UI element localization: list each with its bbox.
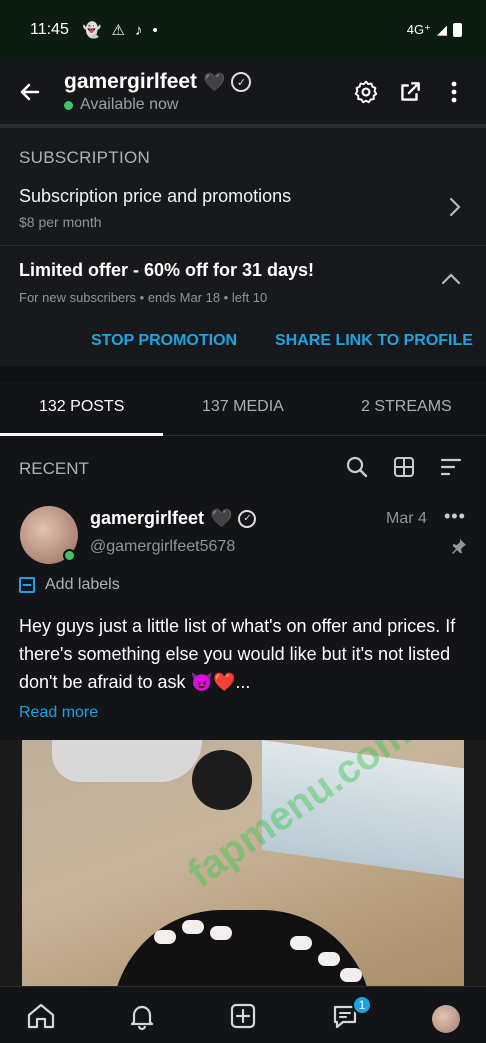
tab-streams[interactable]: 2 STREAMS [361, 398, 452, 416]
nav-create[interactable] [226, 1001, 260, 1031]
heart-icon: 🖤 [210, 508, 233, 528]
availability-status: Available now [80, 96, 179, 113]
share-button[interactable] [388, 70, 432, 114]
post-avatar[interactable] [20, 506, 78, 564]
promotion-row[interactable]: Limited offer - 60% off for 31 days! For… [0, 246, 486, 312]
status-time: 11:45 [30, 21, 69, 38]
online-indicator [63, 549, 76, 562]
nav-profile-avatar[interactable] [432, 1005, 460, 1033]
verified-icon: ✓ [238, 509, 257, 528]
subscription-section: SUBSCRIPTION Subscription price and prom… [0, 128, 486, 366]
back-button[interactable] [0, 60, 60, 124]
signal-icon: ◢ [437, 22, 447, 37]
subscription-price-title: Subscription price and promotions [19, 186, 292, 206]
profile-tabs: 132 POSTS 137 MEDIA 2 STREAMS [0, 384, 486, 436]
network-indicator: 4G⁺ [406, 22, 431, 37]
promotion-title: Limited offer - 60% off for 31 days! [19, 260, 315, 280]
share-icon [401, 82, 420, 101]
post-media[interactable]: fapmenu.com [0, 740, 486, 986]
warning-icon: ⚠ [111, 22, 125, 39]
post-more-button[interactable]: ••• [444, 506, 466, 527]
add-post-icon [230, 1003, 256, 1029]
snapchat-icon: 👻 [82, 22, 102, 39]
messages-badge: 1 [352, 995, 372, 1015]
post-author[interactable]: gamergirlfeet [90, 508, 204, 529]
nav-home[interactable] [24, 1001, 58, 1031]
gear-icon [354, 80, 378, 104]
battery-icon [453, 23, 462, 37]
bell-icon [130, 1005, 154, 1030]
bottom-nav: 1 [0, 986, 486, 1043]
active-tab-indicator [0, 433, 163, 436]
chevron-up-icon [440, 266, 462, 292]
kebab-menu-icon [451, 81, 457, 103]
post-date: Mar 4 [386, 510, 427, 527]
tab-media[interactable]: 137 MEDIA [202, 398, 284, 416]
home-icon [27, 1003, 55, 1029]
verified-icon: ✓ [231, 72, 252, 92]
sort-button[interactable] [438, 454, 464, 480]
profile-name: gamergirlfeet [64, 70, 198, 93]
section-gap [0, 366, 486, 382]
promotion-details: For new subscribers • ends Mar 18 • left… [19, 290, 268, 305]
pin-icon [451, 538, 467, 559]
profile-header: gamergirlfeet 🖤 ✓ Available now [0, 60, 486, 124]
post-text: Hey guys just a little list of what's on… [19, 616, 456, 692]
heart-icon: 🖤 [203, 71, 226, 92]
share-link-button[interactable]: SHARE LINK TO PROFILE [275, 332, 473, 350]
more-options-button[interactable] [432, 70, 476, 114]
stop-promotion-button[interactable]: STOP PROMOTION [91, 332, 237, 350]
settings-button[interactable] [344, 70, 388, 114]
subscription-section-title: SUBSCRIPTION [19, 148, 151, 167]
back-arrow-icon [20, 83, 40, 101]
grid-icon [394, 457, 414, 477]
recent-label: RECENT [19, 459, 89, 478]
search-icon [346, 456, 368, 478]
tab-posts[interactable]: 132 POSTS [39, 398, 124, 416]
more-notifications-icon: • [152, 21, 158, 39]
search-button[interactable] [344, 454, 370, 480]
tiktok-icon: ♪ [135, 21, 143, 39]
online-indicator [64, 100, 73, 110]
add-labels-button[interactable]: Add labels [19, 576, 120, 594]
read-more-link[interactable]: Read more [19, 704, 98, 722]
subscription-price-row[interactable]: Subscription price and promotions $8 per… [0, 182, 486, 246]
chevron-right-icon [448, 196, 462, 224]
nav-notifications[interactable] [125, 1001, 159, 1031]
status-bar: 11:45 👻 ⚠ ♪ • 4G⁺ ◢ [0, 0, 486, 60]
sort-icon [440, 458, 462, 476]
label-icon [19, 577, 35, 593]
post-handle[interactable]: @gamergirlfeet5678 [90, 538, 235, 556]
subscription-price: $8 per month [19, 214, 102, 230]
recent-bar: RECENT [0, 440, 486, 496]
add-labels-label: Add labels [45, 576, 120, 593]
grid-view-button[interactable] [391, 454, 417, 480]
